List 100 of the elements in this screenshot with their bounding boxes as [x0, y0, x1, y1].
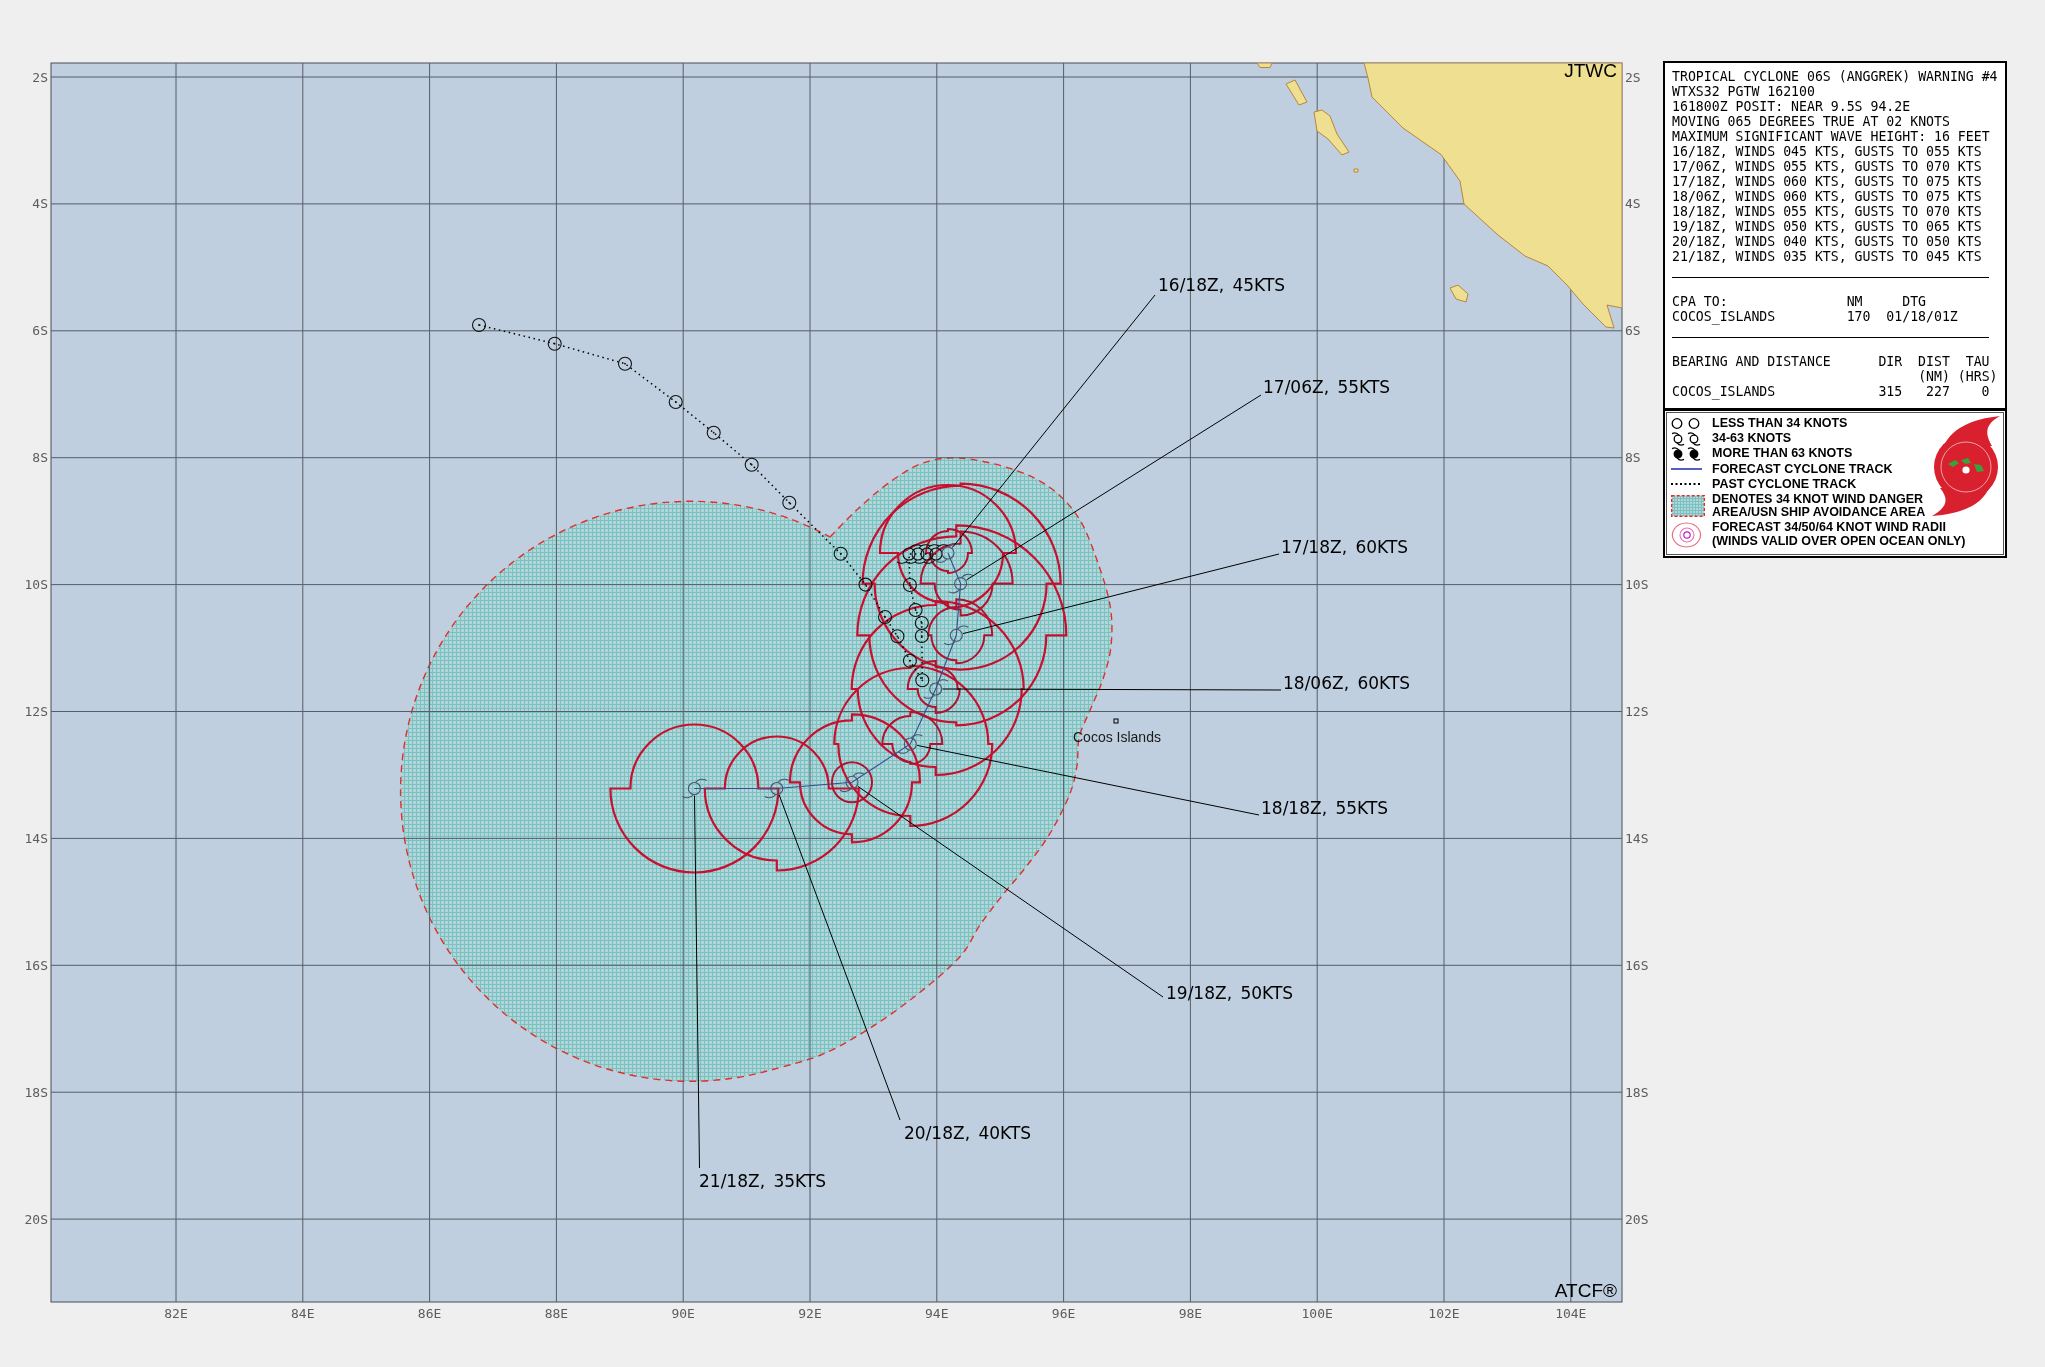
table-cell: 01/18/01Z [1886, 308, 1958, 324]
forecast-label: 20/18Z, 40KTS [904, 1122, 1032, 1143]
latitude-label: 8S [32, 450, 48, 466]
bulletin-line: 17/18Z, WINDS 060 KTS, GUSTS TO 075 KTS [1672, 174, 1982, 189]
hatched-area-icon [1671, 495, 1705, 517]
circle-marker-icon [915, 673, 930, 688]
column-header: DIST [1918, 353, 1950, 369]
column-header: TAU [1965, 353, 1990, 369]
longitude-label: 88E [544, 1306, 569, 1321]
hurricane-emblem-icon [1930, 415, 2000, 516]
latitude-label: 16S [1625, 957, 1649, 973]
island-shape [1353, 168, 1359, 173]
latitude-label: 18S [24, 1084, 48, 1100]
forecast-label: 18/18Z, 55KTS [1261, 798, 1389, 818]
storm-symbol-icon [839, 772, 865, 793]
longitude-label: 92E [798, 1306, 822, 1321]
column-header: NM [1846, 293, 1863, 309]
latitude-label: 14S [1625, 830, 1649, 846]
filled-storm-symbol-icon [1671, 447, 1701, 461]
forecast-label: 17/18Z, 60KTS [1281, 536, 1409, 557]
circle-marker-icon [858, 577, 873, 592]
legend-label: LESS THAN 34 KNOTS [1712, 416, 1848, 430]
latitude-label: 10S [1625, 577, 1649, 593]
table-cell: 0 [1981, 383, 1990, 399]
latitude-label: 18S [1625, 1084, 1649, 1100]
solid-line-icon [1671, 468, 1702, 471]
island-shape [1285, 79, 1308, 106]
table-cell: COCOS_ISLANDS [1672, 383, 1776, 399]
bulletin-line: WTXS32 PGTW 162100 [1672, 84, 1815, 99]
circle-marker-icon [914, 615, 929, 631]
circle-marker-icon [471, 317, 487, 333]
latitude-label: 10S [24, 577, 48, 593]
circle-marker-icon [902, 653, 917, 668]
circle-marker-icon [668, 394, 683, 410]
longitude-label: 90E [671, 1306, 695, 1321]
storm-symbol-icon [943, 625, 969, 646]
circle-marker-icon [890, 629, 905, 644]
legend-label: 34-63 KNOTS [1712, 431, 1792, 446]
island-marker-icon [1113, 718, 1119, 724]
column-header: (NM) [1918, 368, 1950, 384]
circle-marker-icon [744, 457, 759, 472]
circle-marker-icon [908, 602, 923, 618]
forecast-label: 17/06Z, 55KTS [1263, 377, 1391, 397]
bulletin-line: 21/18Z, WINDS 035 KTS, GUSTS TO 045 KTS [1672, 249, 1982, 264]
concentric-rings-icon [1671, 521, 1702, 548]
bulletin-line: 18/18Z, WINDS 055 KTS, GUSTS TO 070 KTS [1672, 204, 1982, 219]
dotted-line-icon [1671, 483, 1702, 486]
longitude-label: 94E [925, 1306, 949, 1321]
bulletin-line: MAXIMUM SIGNIFICANT WAVE HEIGHT: 16 FEET [1672, 129, 1990, 144]
storm-symbol-icon [764, 778, 790, 799]
latitude-label: 12S [1625, 704, 1649, 719]
longitude-label: 100E [1301, 1306, 1333, 1321]
column-header: CPA TO: [1672, 293, 1728, 309]
island-shape [1313, 109, 1350, 156]
latitude-label: 20S [24, 1211, 48, 1227]
latitude-label: 16S [24, 957, 48, 973]
forecast-label: 18/06Z, 60KTS [1283, 672, 1411, 693]
storm-symbol-icon [935, 543, 961, 563]
legend-label: FORECAST CYCLONE TRACK [1712, 462, 1893, 476]
island-shape [1256, 63, 1273, 68]
table-cell: COCOS_ISLANDS [1672, 308, 1776, 324]
latitude-label: 4S [32, 196, 48, 212]
bulletin-line: MOVING 065 DEGREES TRUE AT 02 KNOTS [1672, 114, 1950, 129]
longitude-label: 96E [1051, 1306, 1076, 1321]
storm-symbol-icon [923, 679, 949, 699]
bulletin-line: 20/18Z, WINDS 040 KTS, GUSTS TO 050 KTS [1672, 234, 1982, 249]
table-cell: 315 [1878, 383, 1903, 399]
storm-symbol-icon [681, 778, 707, 799]
latitude-label: 6S [1625, 323, 1641, 339]
latitude-label: 20S [1625, 1211, 1649, 1227]
storm-symbol-icon [1671, 431, 1701, 446]
latitude-label: 6S [32, 323, 48, 339]
storm-symbol-icon [896, 544, 922, 564]
longitude-label: 102E [1428, 1306, 1460, 1321]
latitude-label: 8S [1625, 450, 1641, 466]
forecast-label: 16/18Z, 45KTS [1158, 275, 1286, 295]
legend-label: FORECAST 34/50/64 KNOT WIND RADII [1712, 521, 1947, 535]
storm-symbol-icon [897, 734, 923, 754]
latitude-label: 4S [1625, 196, 1641, 212]
legend-label: PAST CYCLONE TRACK [1712, 477, 1857, 491]
latitude-label: 12S [24, 704, 48, 719]
table-cell: 227 [1926, 383, 1950, 399]
circle-marker-icon [617, 356, 633, 371]
latitude-label: 2S [32, 69, 48, 85]
warning-title: TROPICAL CYCLONE 06S (ANGGREK) WARNING #4 [1672, 69, 1998, 84]
circle-marker-icon [914, 628, 929, 644]
circle-marker-icon [706, 425, 721, 440]
column-header: (HRS) [1957, 368, 1998, 384]
storm-symbol-icon [914, 544, 940, 564]
island-shape [1449, 284, 1469, 303]
legend-label: DENOTES 34 KNOT WIND DANGER [1712, 492, 1924, 506]
place-label: Cocos Islands [1073, 729, 1161, 745]
bulletin-line: 18/06Z, WINDS 060 KTS, GUSTS TO 075 KTS [1672, 189, 1982, 204]
longitude-label: 98E [1178, 1306, 1203, 1321]
forecast-label: 19/18Z, 50KTS [1166, 982, 1294, 1003]
circle-marker-icon [547, 336, 562, 351]
longitude-label: 104E [1555, 1306, 1587, 1321]
bulletin-line: 17/06Z, WINDS 055 KTS, GUSTS TO 070 KTS [1672, 159, 1982, 174]
corner-label: JTWC [1564, 60, 1617, 81]
storm-symbol-icon [905, 544, 931, 564]
